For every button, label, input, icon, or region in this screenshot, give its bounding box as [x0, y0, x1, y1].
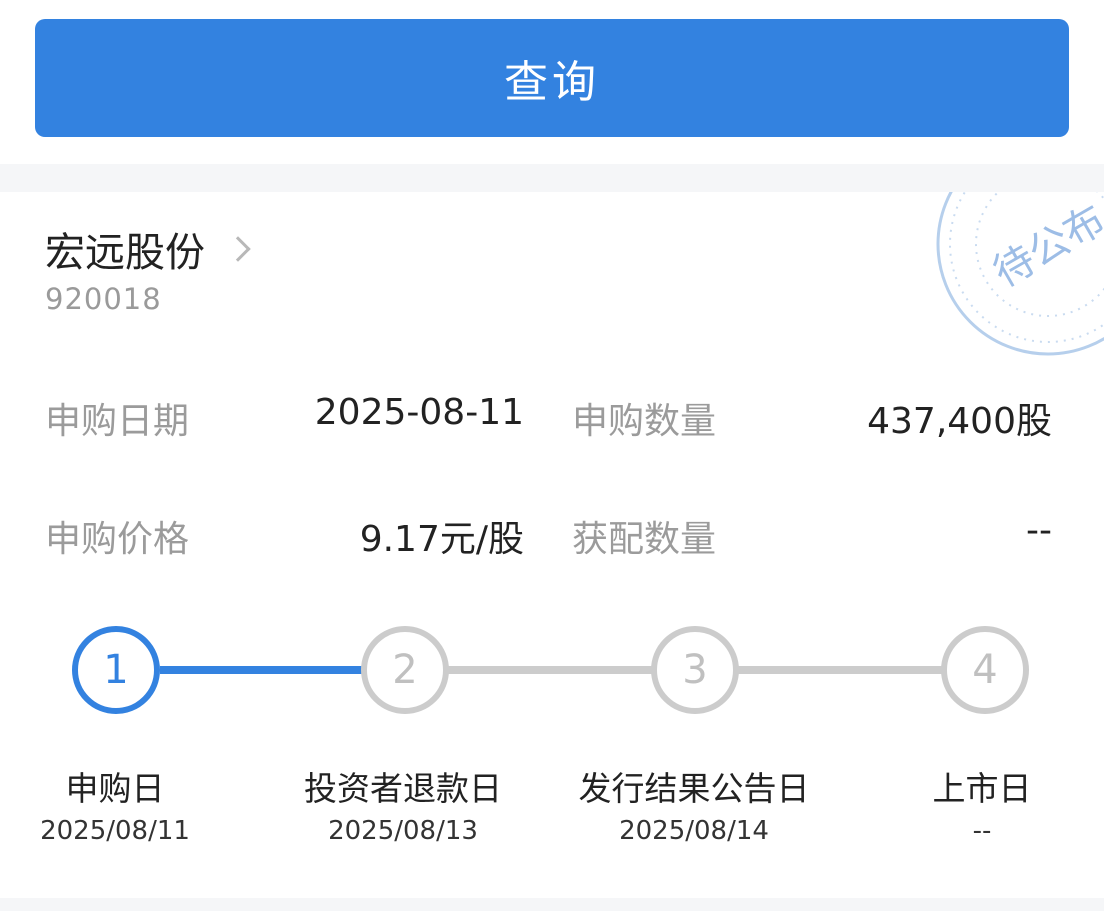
step-1-circle: 1	[72, 626, 160, 714]
subscribe-quantity-value: 437,400股	[867, 401, 1052, 442]
query-button[interactable]: 查询	[35, 19, 1069, 137]
bottom-divider	[0, 898, 1104, 911]
stock-name: 宏远股份	[45, 230, 205, 276]
progress-track-completed	[160, 666, 370, 674]
step-2-circle: 2	[361, 626, 449, 714]
pending-stamp: 待公布	[936, 192, 1104, 356]
subscribe-price-value: 9.17元/股	[359, 519, 524, 560]
step-3-circle: 3	[651, 626, 739, 714]
step-4-label: 上市日	[932, 769, 1032, 808]
section-divider	[0, 164, 1104, 192]
progress-track-pending	[730, 666, 960, 674]
step-4-circle: 4	[941, 626, 1029, 714]
step-3-date: 2025/08/14	[619, 816, 769, 846]
progress-track-pending	[440, 666, 670, 674]
subscribe-date-value: 2025-08-11	[314, 392, 524, 433]
step-1-date: 2025/08/11	[40, 816, 190, 846]
ipo-progress-stepper: 1 2 3 4	[0, 622, 1104, 722]
ipo-subscription-card: 宏远股份 920018 待公布 申购日期 2025-08-11 申购数量 437…	[0, 192, 1104, 898]
stock-name-link[interactable]: 宏远股份	[45, 220, 251, 278]
step-2-label: 投资者退款日	[304, 769, 502, 808]
step-2-date: 2025/08/13	[328, 816, 478, 846]
step-4-date: --	[972, 816, 992, 846]
subscribe-price-label: 申购价格	[45, 519, 190, 560]
allotted-quantity-value: --	[1026, 510, 1052, 551]
step-1-label: 申购日	[65, 769, 165, 808]
subscribe-date-label: 申购日期	[45, 401, 190, 442]
allotted-quantity-label: 获配数量	[572, 519, 717, 560]
step-3-label: 发行结果公告日	[578, 769, 810, 808]
stamp-text: 待公布	[986, 197, 1104, 297]
query-section: 查询	[0, 0, 1104, 164]
subscribe-quantity-label: 申购数量	[572, 401, 717, 442]
chevron-right-icon	[225, 236, 251, 262]
stock-code: 920018	[45, 282, 162, 316]
